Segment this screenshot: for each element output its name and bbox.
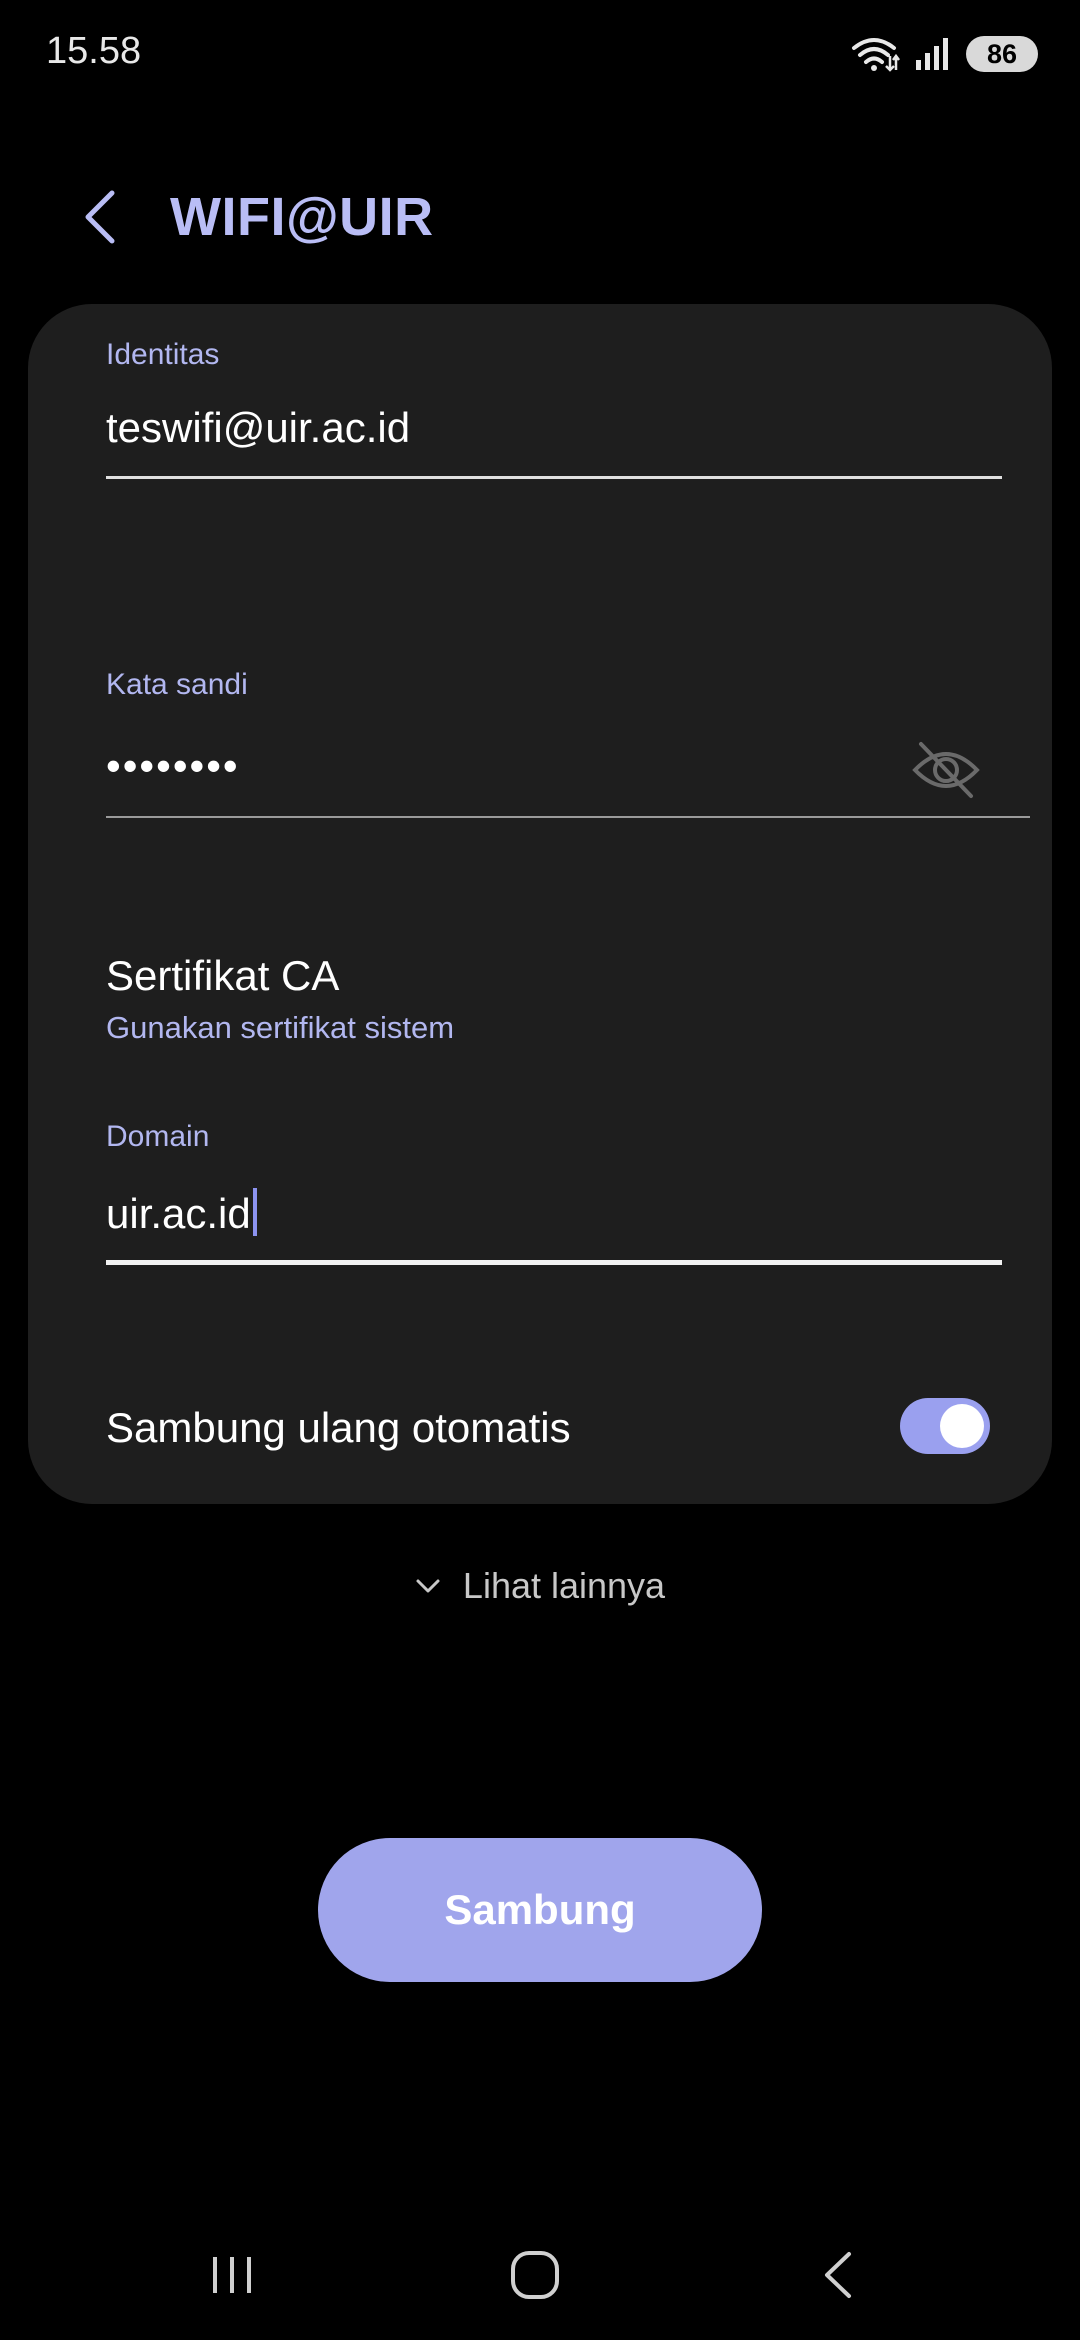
see-more-label: Lihat lainnya <box>462 1565 666 1606</box>
back-button[interactable] <box>70 184 130 250</box>
domain-underline <box>106 1260 1002 1265</box>
recents-icon <box>213 2257 251 2293</box>
chevron-down-icon <box>416 1579 440 1593</box>
wifi-icon <box>850 34 900 74</box>
status-icons: 86 <box>850 34 1038 74</box>
home-icon <box>511 2251 559 2299</box>
domain-value: uir.ac.id <box>106 1190 251 1237</box>
password-input[interactable]: •••••••• <box>106 742 240 790</box>
page-title: WIFI@UIR <box>170 187 434 247</box>
recents-button[interactable] <box>182 2230 282 2320</box>
see-more-button[interactable]: Lihat lainnya <box>0 1556 1080 1616</box>
auto-reconnect-switch[interactable] <box>900 1398 990 1454</box>
nav-back-button[interactable] <box>788 2230 888 2320</box>
domain-label: Domain <box>106 1120 210 1153</box>
signal-icon <box>914 36 952 72</box>
password-underline <box>106 816 1030 818</box>
password-visibility-toggle[interactable] <box>908 738 984 802</box>
wifi-settings-screen: 15.58 86 WIFI@UIR Identitas teswifi@uir.… <box>0 0 1080 2340</box>
domain-input[interactable]: uir.ac.id <box>106 1188 257 1238</box>
identity-input[interactable]: teswifi@uir.ac.id <box>106 404 410 452</box>
identity-label: Identitas <box>106 338 220 371</box>
switch-knob <box>940 1404 984 1448</box>
identity-underline <box>106 476 1002 479</box>
ca-certificate-title[interactable]: Sertifikat CA <box>106 952 339 1000</box>
text-cursor <box>252 1188 257 1236</box>
password-label: Kata sandi <box>106 668 248 701</box>
connect-button[interactable]: Sambung <box>318 1838 762 1982</box>
navigation-bar <box>0 2230 1080 2320</box>
settings-card: Identitas teswifi@uir.ac.id Kata sandi •… <box>28 304 1052 1504</box>
status-bar: 15.58 86 <box>0 0 1080 110</box>
app-header: WIFI@UIR <box>0 160 1080 270</box>
eye-off-icon <box>912 742 980 798</box>
ca-certificate-value[interactable]: Gunakan sertifikat sistem <box>106 1010 454 1046</box>
status-time: 15.58 <box>46 30 142 72</box>
nav-back-icon <box>825 2252 851 2298</box>
home-button[interactable] <box>485 2230 585 2320</box>
auto-reconnect-label: Sambung ulang otomatis <box>106 1404 571 1451</box>
back-arrow-icon <box>85 190 115 244</box>
battery-icon: 86 <box>966 36 1038 72</box>
